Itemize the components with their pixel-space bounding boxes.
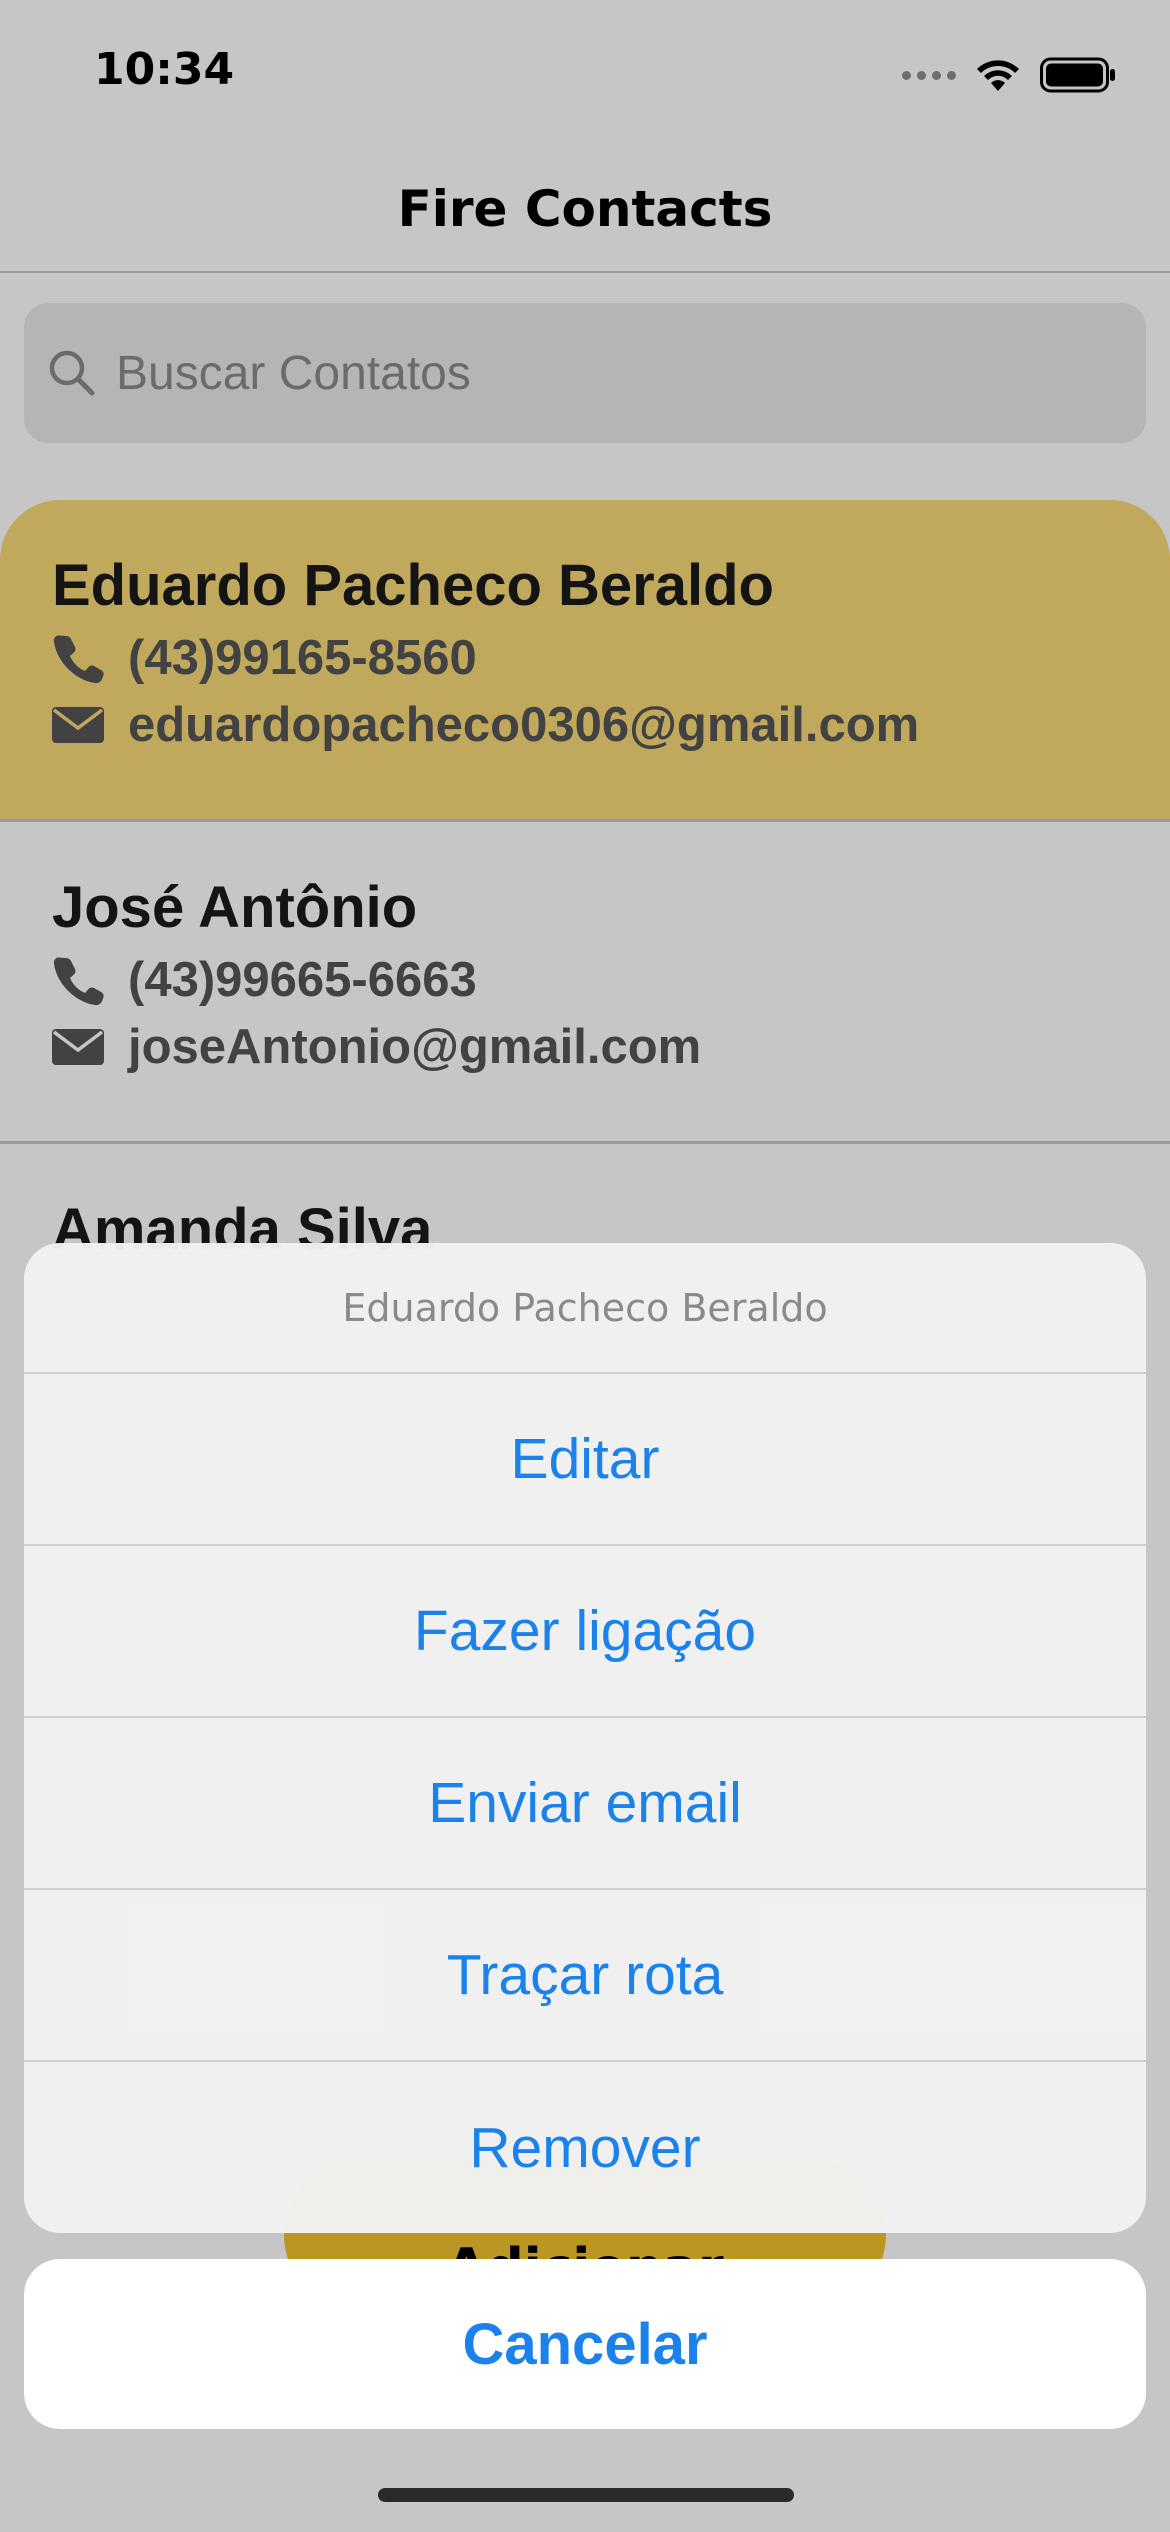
route-button[interactable]: Traçar rota	[24, 1890, 1146, 2062]
call-button[interactable]: Fazer ligação	[24, 1546, 1146, 1718]
send-email-button[interactable]: Enviar email	[24, 1718, 1146, 1890]
remove-button[interactable]: Remover	[24, 2062, 1146, 2233]
edit-button[interactable]: Editar	[24, 1374, 1146, 1546]
action-sheet: Eduardo Pacheco Beraldo Editar Fazer lig…	[24, 1243, 1146, 2233]
action-sheet-title: Eduardo Pacheco Beraldo	[24, 1243, 1146, 1374]
home-indicator[interactable]	[378, 2488, 794, 2502]
cancel-button[interactable]: Cancelar	[24, 2259, 1146, 2429]
